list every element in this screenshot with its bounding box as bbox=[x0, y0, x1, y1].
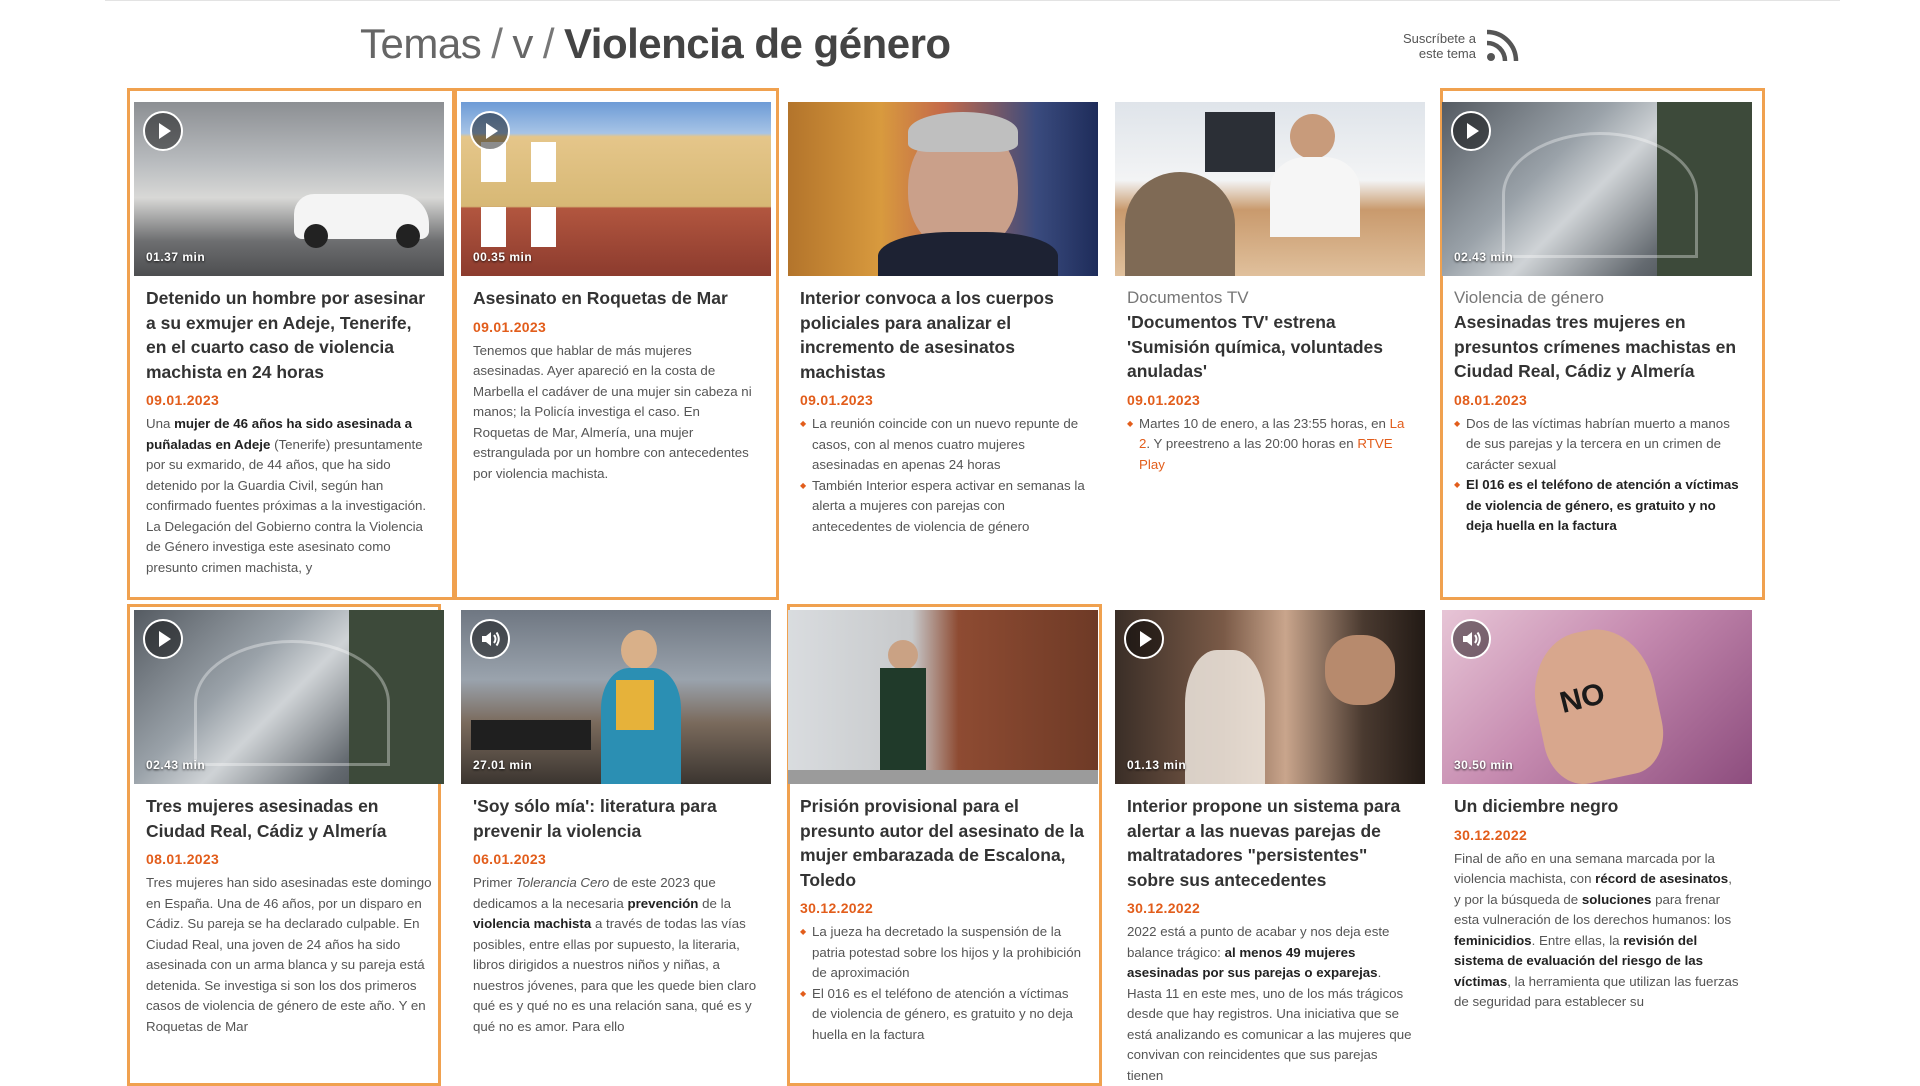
thumbnail[interactable]: 01.13 min bbox=[1115, 610, 1425, 784]
news-card[interactable]: 01.37 min Detenido un hombre por asesina… bbox=[134, 102, 444, 578]
thumbnail[interactable]: 01.37 min bbox=[134, 102, 444, 276]
card-date: 30.12.2022 bbox=[1454, 826, 1528, 843]
card-title[interactable]: Asesinato en Roquetas de Mar bbox=[473, 286, 759, 311]
thumbnail[interactable]: 00.35 min bbox=[461, 102, 771, 276]
play-button[interactable] bbox=[143, 619, 183, 659]
card-title[interactable]: Un diciembre negro bbox=[1454, 794, 1740, 819]
page-header: Temas / v / Violencia de género Suscríbete a… bbox=[360, 10, 1520, 80]
card-summary: Primer Tolerancia Cero de este 2023 que … bbox=[473, 875, 757, 1034]
card-summary: Tres mujeres han sido asesinadas este do… bbox=[146, 875, 432, 1034]
news-card[interactable]: Documentos TV 'Documentos TV' estrena 'S… bbox=[1115, 102, 1425, 475]
speaker-icon bbox=[1463, 631, 1481, 647]
card-date: 30.12.2022 bbox=[800, 900, 874, 916]
card-title[interactable]: Detenido un hombre por asesinar a su exm… bbox=[146, 286, 432, 384]
card-title[interactable]: Tres mujeres asesinadas en Ciudad Real, … bbox=[146, 794, 432, 843]
card-summary: Dos de las víctimas habrían muerto a man… bbox=[1454, 414, 1740, 537]
card-date: 08.01.2023 bbox=[1454, 391, 1528, 408]
card-title[interactable]: Asesinadas tres mujeres en presuntos crí… bbox=[1454, 310, 1740, 384]
audio-button[interactable] bbox=[470, 619, 510, 659]
breadcrumb-separator: / bbox=[491, 20, 503, 67]
play-icon bbox=[1467, 123, 1479, 139]
news-card[interactable]: Prisión provisional para el presunto aut… bbox=[788, 610, 1098, 1045]
card-date: 09.01.2023 bbox=[473, 318, 547, 335]
audio-duration: 27.01 min bbox=[473, 758, 533, 772]
thumbnail[interactable] bbox=[788, 102, 1098, 276]
card-summary: Martes 10 de enero, a las 23:55 horas, e… bbox=[1127, 414, 1413, 476]
play-icon bbox=[486, 123, 498, 139]
card-summary: Tenemos que hablar de más mujeres asesin… bbox=[473, 342, 752, 481]
play-button[interactable] bbox=[1124, 619, 1164, 659]
summary-bullet: El 016 es el teléfono de atención a víct… bbox=[800, 984, 1086, 1046]
play-button[interactable] bbox=[470, 111, 510, 151]
news-card[interactable]: 01.13 min Interior propone un sistema pa… bbox=[1115, 610, 1425, 1086]
play-icon bbox=[1140, 631, 1152, 647]
audio-button[interactable] bbox=[1451, 619, 1491, 659]
card-date: 09.01.2023 bbox=[146, 392, 220, 408]
rss-icon bbox=[1486, 29, 1519, 62]
thumbnail[interactable] bbox=[788, 610, 1098, 784]
card-date: 09.01.2023 bbox=[800, 392, 874, 408]
card-title[interactable]: Interior convoca a los cuerpos policiale… bbox=[800, 286, 1086, 384]
card-date: 30.12.2022 bbox=[1127, 900, 1201, 916]
summary-bullet: La reunión coincide con un nuevo repunte… bbox=[800, 414, 1086, 476]
card-title[interactable]: Prisión provisional para el presunto aut… bbox=[800, 794, 1086, 892]
card-summary: La jueza ha decretado la suspensión de l… bbox=[800, 922, 1086, 1045]
play-icon bbox=[159, 631, 171, 647]
play-icon bbox=[159, 123, 171, 139]
card-date: 08.01.2023 bbox=[146, 851, 220, 867]
play-button[interactable] bbox=[1451, 111, 1491, 151]
video-duration: 02.43 min bbox=[1454, 250, 1514, 264]
news-card[interactable]: NO 30.50 min Un diciembre negro 30.12.20… bbox=[1442, 610, 1752, 1013]
news-card[interactable]: Interior convoca a los cuerpos policiale… bbox=[788, 102, 1098, 537]
news-card[interactable]: 02.43 min Tres mujeres asesinadas en Ciu… bbox=[134, 610, 444, 1037]
card-summary: Final de año en una semana marcada por l… bbox=[1454, 850, 1739, 1010]
video-duration: 00.35 min bbox=[473, 250, 533, 264]
card-kicker[interactable]: Violencia de género bbox=[1454, 286, 1740, 310]
breadcrumb-separator: / bbox=[542, 20, 555, 67]
thumbnail[interactable]: NO 30.50 min bbox=[1442, 610, 1752, 784]
news-card[interactable]: 27.01 min 'Soy sólo mía': literatura par… bbox=[461, 610, 771, 1037]
thumbnail[interactable] bbox=[1115, 102, 1425, 276]
page-title: Violencia de género bbox=[564, 20, 951, 67]
summary-bullet: Martes 10 de enero, a las 23:55 horas, e… bbox=[1127, 414, 1413, 476]
card-title[interactable]: 'Documentos TV' estrena 'Sumisión químic… bbox=[1127, 310, 1413, 384]
summary-bullet: También Interior espera activar en seman… bbox=[800, 476, 1086, 538]
breadcrumb-letter[interactable]: v bbox=[512, 20, 533, 67]
summary-bullet: Dos de las víctimas habrían muerto a man… bbox=[1454, 414, 1740, 476]
video-duration: 01.13 min bbox=[1127, 758, 1187, 772]
card-title[interactable]: Interior propone un sistema para alertar… bbox=[1127, 794, 1413, 892]
card-date: 09.01.2023 bbox=[1127, 391, 1201, 408]
card-summary: La reunión coincide con un nuevo repunte… bbox=[800, 414, 1086, 537]
breadcrumb-temas[interactable]: Temas bbox=[360, 20, 482, 67]
video-duration: 01.37 min bbox=[146, 250, 206, 264]
card-summary: Una mujer de 46 años ha sido asesinada a… bbox=[146, 416, 427, 575]
card-summary: 2022 está a punto de acabar y nos deja e… bbox=[1127, 924, 1412, 1083]
thumbnail[interactable]: 27.01 min bbox=[461, 610, 771, 784]
thumbnail[interactable]: 02.43 min bbox=[1442, 102, 1752, 276]
card-date: 06.01.2023 bbox=[473, 851, 547, 867]
speaker-icon bbox=[482, 631, 500, 647]
breadcrumb: Temas / v / Violencia de género bbox=[360, 20, 951, 68]
news-card[interactable]: 02.43 min Violencia de género Asesinadas… bbox=[1442, 102, 1752, 537]
play-button[interactable] bbox=[143, 111, 183, 151]
summary-bullet: La jueza ha decretado la suspensión de l… bbox=[800, 922, 1086, 984]
card-kicker[interactable]: Documentos TV bbox=[1127, 286, 1413, 310]
news-card[interactable]: 00.35 min Asesinato en Roquetas de Mar 0… bbox=[461, 102, 771, 484]
card-title[interactable]: 'Soy sólo mía': literatura para prevenir… bbox=[473, 794, 759, 843]
subscribe-rss-link[interactable]: Suscríbete a este tema bbox=[1392, 28, 1520, 64]
video-duration: 02.43 min bbox=[146, 758, 206, 772]
top-divider bbox=[105, 0, 1840, 1]
audio-duration: 30.50 min bbox=[1454, 758, 1514, 772]
subscribe-label: Suscríbete a este tema bbox=[1403, 31, 1476, 61]
thumbnail[interactable]: 02.43 min bbox=[134, 610, 444, 784]
summary-bullet: El 016 es el teléfono de atención a víct… bbox=[1454, 475, 1740, 537]
